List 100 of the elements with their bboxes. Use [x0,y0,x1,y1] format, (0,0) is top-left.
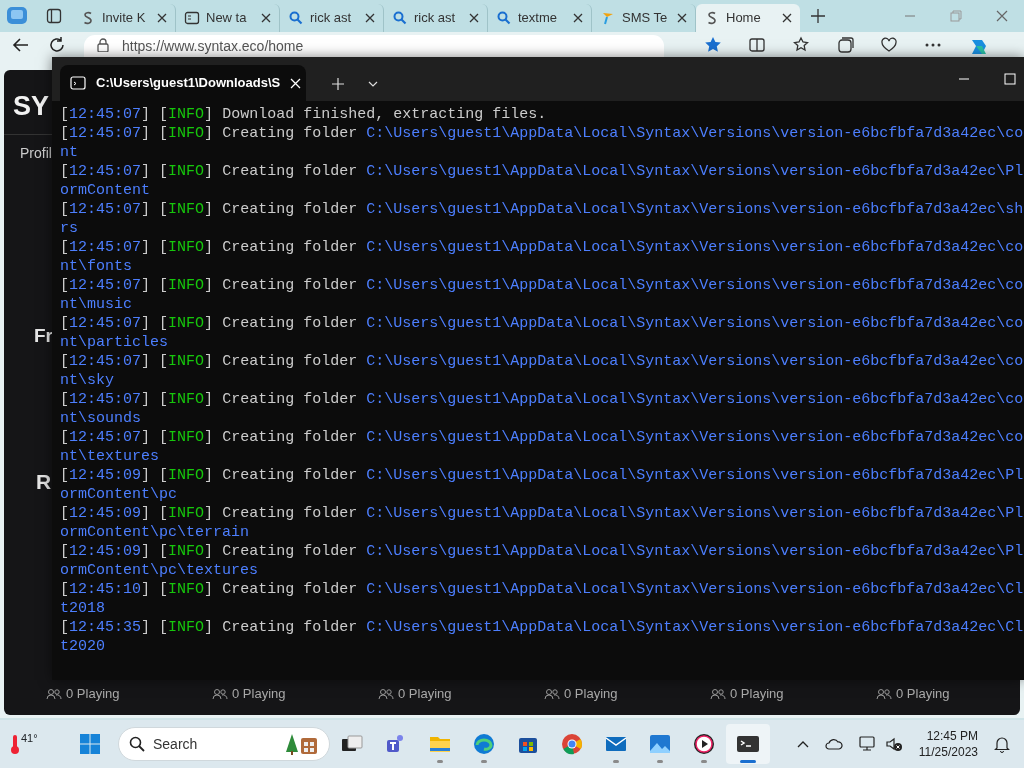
log-level: [INFO] [159,239,214,256]
refresh-icon[interactable] [48,35,66,54]
window-icon [184,10,200,26]
browser-tab[interactable]: Invite K [72,4,176,32]
timestamp: [12:45:09] [60,467,151,484]
address-bar[interactable]: https://www.syntax.eco/home [84,35,664,57]
file-path: nt\textures [60,448,160,465]
clock[interactable]: 12:45 PM 11/25/2023 [918,728,978,760]
terminal-tab[interactable]: C:\Users\guest1\Downloads\S [60,65,306,101]
log-level: [INFO] [159,391,214,408]
play-icon [692,732,716,756]
mute-icon[interactable] [884,736,903,752]
collections-icon[interactable] [836,36,854,54]
log-message: Creating folder [222,467,358,484]
timestamp: [12:45:07] [60,429,151,446]
windows-icon [79,733,101,755]
log-message: Creating folder [222,125,358,142]
close-icon[interactable] [157,13,167,23]
browser-tab[interactable]: textme [488,4,592,32]
close-icon[interactable] [365,13,375,23]
log-message: Creating folder [222,201,358,218]
timestamp: [12:45:09] [60,543,151,560]
player-count: 0 Playing [398,685,452,703]
log-level: [INFO] [159,619,214,636]
close-icon[interactable] [261,13,271,23]
file-path: nt\music [60,296,132,313]
site-logo[interactable]: SY [13,86,50,127]
browser-tab[interactable]: rick ast [384,4,488,32]
photo-icon [648,732,672,756]
file-path: C:\Users\guest1\AppData\Local\Syntax\Versions\version-e6bcfbfa7d3a42ec\sh [366,201,1024,218]
file-path: C:\Users\guest1\AppData\Local\Syntax\Versions\version-e6bcfbfa7d3a42ec\co [366,429,1024,446]
section-heading: Fr [34,324,53,348]
search-icon [288,10,304,26]
cloud-icon[interactable] [824,738,843,750]
taskbar-app-button[interactable] [726,724,770,764]
file-path: nt\particles [60,334,169,351]
file-path: C:\Users\guest1\AppData\Local\Syntax\Versions\version-e6bcfbfa7d3a42ec\co [366,353,1024,370]
file-path: nt\sounds [60,410,141,427]
maximize-icon[interactable] [1004,73,1016,85]
heart-icon[interactable] [880,36,898,54]
section-heading: R [36,469,52,495]
tree-icon [285,732,319,756]
tab-switcher-button[interactable] [46,8,62,24]
browser-tab[interactable]: rick ast [280,4,384,32]
close-icon[interactable] [573,13,583,23]
file-path: C:\Users\guest1\AppData\Local\Syntax\Versions\version-e6bcfbfa7d3a42ec\co [366,315,1024,332]
new-tab-icon[interactable] [810,8,826,24]
player-count: 0 Playing [232,685,286,703]
plus-icon [332,77,344,90]
log-level: [INFO] [159,125,214,142]
weather-widget[interactable]: 41° [10,724,54,764]
browser-icon [560,732,584,756]
file-path: C:\Users\guest1\AppData\Local\Syntax\Versions\version-e6bcfbfa7d3a42ec\Pl [366,163,1024,180]
browser-tab[interactable]: New ta [176,4,280,32]
search-field[interactable]: Search [118,727,330,761]
log-level: [INFO] [159,106,214,123]
search-icon [129,736,145,752]
split-screen-icon[interactable] [748,36,766,54]
player-count: 0 Playing [730,685,784,703]
log-level: [INFO] [159,163,214,180]
file-path: ormContent\pc [60,486,178,503]
file-path: C:\Users\guest1\AppData\Local\Syntax\Versions\version-e6bcfbfa7d3a42ec\co [366,391,1024,408]
log-message: Creating folder [222,619,358,636]
chevron-up-icon[interactable] [796,740,809,748]
player-count: 0 Playing [896,685,950,703]
log-message: Creating folder [222,239,358,256]
file-path: C:\Users\guest1\AppData\Local\Syntax\Versions\version-e6bcfbfa7d3a42ec\Cl [366,581,1024,598]
timestamp: [12:45:35] [60,619,151,636]
timestamp: [12:45:07] [60,106,151,123]
close-icon[interactable] [782,13,792,23]
log-message: Download finished, extracting files. [222,106,547,123]
search-icon [392,10,408,26]
log-level: [INFO] [159,353,214,370]
log-message: Creating folder [222,277,358,294]
file-path: C:\Users\guest1\AppData\Local\Syntax\Versions\version-e6bcfbfa7d3a42ec\co [366,277,1024,294]
timestamp: [12:45:07] [60,315,151,332]
back-icon[interactable] [12,35,30,54]
log-message: Creating folder [222,505,358,522]
network-icon[interactable] [858,736,877,752]
browser-icon [472,732,496,756]
nav-link[interactable]: Profil [20,143,52,164]
lock-icon [96,38,110,52]
file-path: C:\Users\guest1\AppData\Local\Syntax\Versions\version-e6bcfbfa7d3a42ec\Cl [366,619,1024,636]
close-icon[interactable] [469,13,479,23]
close-icon[interactable] [677,13,687,23]
file-path: nt\fonts [60,258,132,275]
player-count: 0 Playing [66,685,120,703]
timestamp: [12:45:07] [60,391,151,408]
log-level: [INFO] [159,467,214,484]
file-path: nt\sky [60,372,114,389]
browser-tab[interactable]: Home [696,4,800,32]
bell-icon[interactable] [994,735,1010,753]
log-message: Creating folder [222,163,358,180]
log-level: [INFO] [159,429,214,446]
file-path: rs [60,220,78,237]
favorites-icon[interactable] [792,36,810,54]
timestamp: [12:45:07] [60,163,151,180]
file-path: t2020 [60,638,105,655]
file-path: C:\Users\guest1\AppData\Local\Syntax\Versions\version-e6bcfbfa7d3a42ec\co [366,125,1024,142]
favorite-icon[interactable] [704,36,722,54]
